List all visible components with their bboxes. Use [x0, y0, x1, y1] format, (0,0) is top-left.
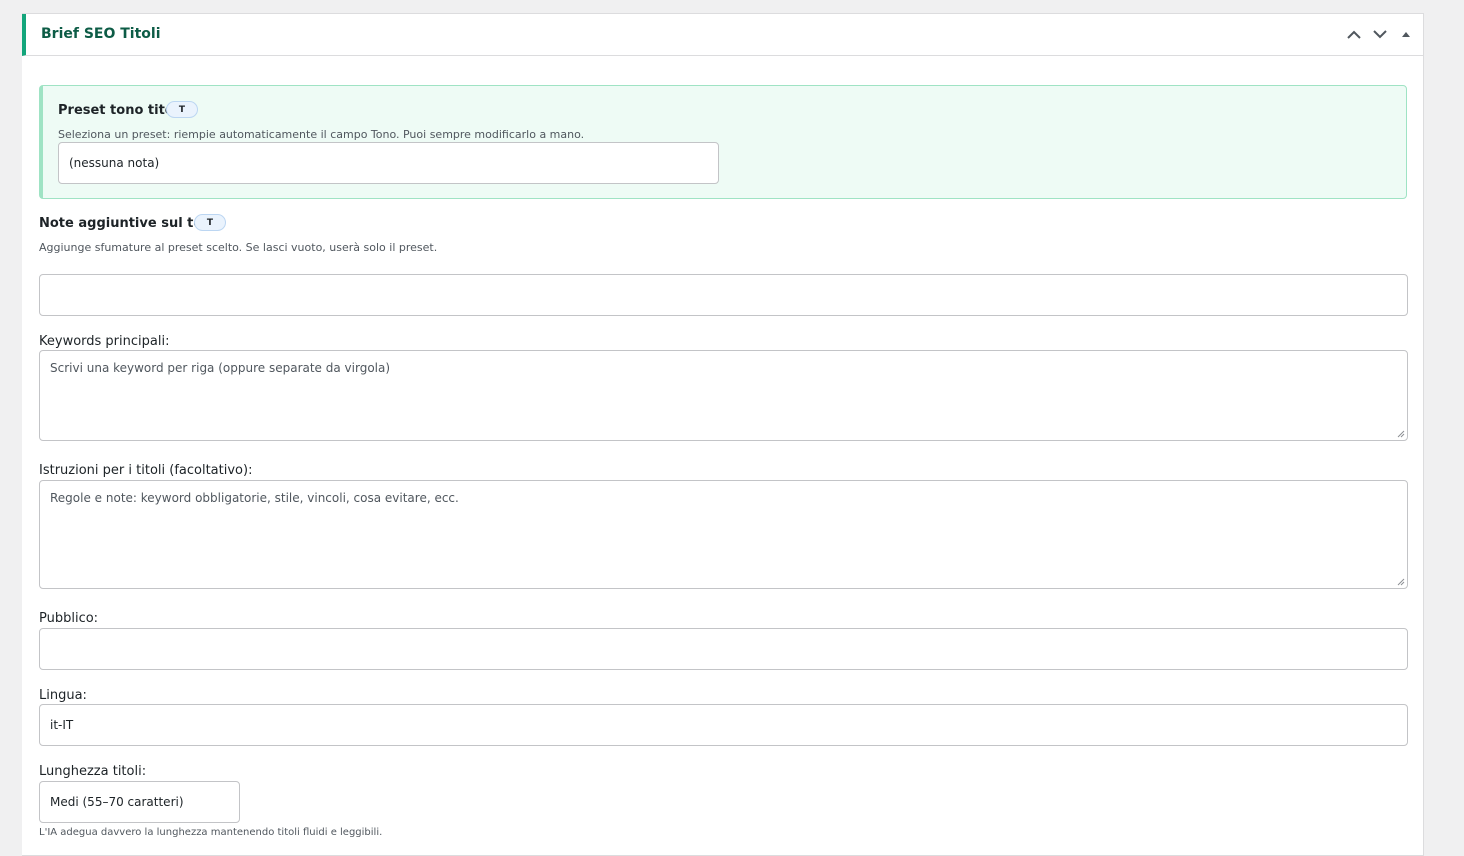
keywords-placeholder: Scrivi una keyword per riga (oppure sepa…: [50, 361, 391, 375]
chevron-up-icon[interactable]: [1346, 24, 1362, 44]
brief-seo-panel: Brief SEO Titoli Preset tono titoli T Se…: [22, 13, 1424, 856]
language-label: Lingua:: [39, 688, 87, 703]
resize-handle-icon[interactable]: [1397, 430, 1405, 438]
panel-title: Brief SEO Titoli: [41, 26, 161, 42]
tone-notes-hint: Aggiunge sfumature al preset scelto. Se …: [39, 241, 438, 254]
instructions-textarea[interactable]: Regole e note: keyword obbligatorie, sti…: [39, 480, 1408, 589]
title-length-label: Lunghezza titoli:: [39, 764, 147, 779]
preset-box: Preset tono titoli T Seleziona un preset…: [39, 85, 1407, 199]
keywords-textarea[interactable]: Scrivi una keyword per riga (oppure sepa…: [39, 350, 1408, 441]
keywords-label: Keywords principali:: [39, 334, 170, 349]
preset-select[interactable]: (nessuna nota): [58, 142, 719, 184]
tone-notes-badge[interactable]: T: [194, 214, 226, 231]
panel-controls: [1346, 24, 1414, 44]
title-length-selected: Medi (55–70 caratteri): [50, 795, 184, 809]
preset-selected-value: (nessuna nota): [69, 156, 160, 170]
instructions-label: Istruzioni per i titoli (facoltativo):: [39, 463, 253, 478]
resize-handle-icon[interactable]: [1397, 578, 1405, 586]
preset-label: Preset tono titoli: [58, 103, 183, 118]
audience-label: Pubblico:: [39, 611, 99, 626]
panel-header[interactable]: Brief SEO Titoli: [22, 14, 1424, 56]
title-length-select[interactable]: Medi (55–70 caratteri): [39, 781, 240, 823]
preset-hint: Seleziona un preset: riempie automaticam…: [58, 128, 585, 141]
audience-input[interactable]: [39, 628, 1408, 670]
language-input[interactable]: it-IT: [39, 704, 1408, 746]
instructions-placeholder: Regole e note: keyword obbligatorie, sti…: [50, 491, 459, 505]
chevron-down-icon[interactable]: [1372, 24, 1388, 44]
language-value: it-IT: [50, 718, 74, 732]
preset-badge[interactable]: T: [166, 101, 198, 118]
caret-up-icon[interactable]: [1398, 24, 1414, 44]
title-length-hint: L'IA adegua davvero la lunghezza mantene…: [39, 827, 383, 838]
tone-notes-input[interactable]: [39, 274, 1408, 316]
